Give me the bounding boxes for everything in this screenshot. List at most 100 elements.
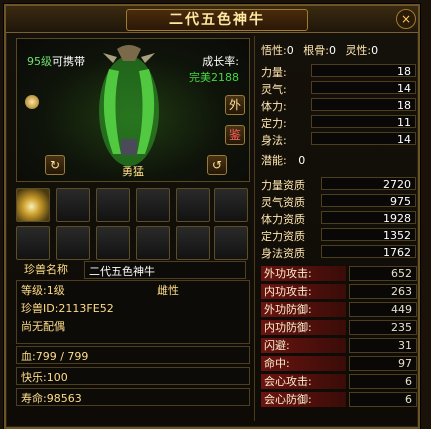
potential-value: 0 (298, 154, 306, 167)
aptitude-label: 定力资质 (261, 230, 305, 243)
pet-spouse: 尚无配偶 (21, 320, 65, 333)
genggu-value: 0 (328, 44, 336, 57)
combat-label: 命中: (261, 356, 346, 371)
appearance-button[interactable]: 外 (225, 95, 245, 115)
stat-label: 力量: (261, 66, 287, 79)
skill-slot[interactable] (136, 188, 170, 222)
skill-slots (16, 188, 248, 268)
aptitude-label: 力量资质 (261, 179, 305, 192)
lingxing-label: 灵性: (345, 44, 372, 57)
life-bar: 寿命:98563 (16, 388, 250, 406)
combat-row: 外功防御: 449 (261, 302, 417, 317)
skill-slot[interactable] (214, 188, 248, 222)
skill-slot[interactable] (56, 226, 90, 260)
level-value: 95 (27, 55, 41, 68)
stat-row-focus: 定力: 11 (261, 115, 416, 130)
hp-text: 血:799 / 799 (21, 350, 89, 363)
stat-value: 11 (311, 115, 416, 129)
aptitude-row: 力量资质 2720 (261, 177, 416, 192)
pet-info-panel: 等级:1级 雌性 珍兽ID:2113FE52 尚无配偶 (16, 280, 250, 344)
combat-value: 6 (349, 374, 417, 389)
wuxing-label: 悟性: (261, 44, 287, 57)
appraise-button[interactable]: 鉴 (225, 125, 245, 145)
close-icon[interactable]: × (396, 9, 416, 29)
stat-value: 14 (311, 132, 416, 146)
combat-row: 会心攻击: 6 (261, 374, 417, 389)
stat-row-spirit: 灵气: 14 (261, 81, 416, 96)
skill-slot[interactable] (56, 188, 90, 222)
combat-label: 闪避: (261, 338, 346, 353)
pet-gender: 雌性 (157, 284, 179, 297)
stat-value: 18 (311, 64, 416, 78)
pet-name-input[interactable]: 二代五色神牛 (84, 261, 246, 279)
happiness-text: 快乐:100 (21, 371, 68, 384)
level-suffix: 级 (41, 55, 52, 68)
stat-row-agility: 身法: 14 (261, 132, 416, 147)
aptitude-label: 灵气资质 (261, 196, 305, 209)
skill-slot[interactable] (16, 226, 50, 260)
window-title: 二代五色神牛 (126, 9, 308, 31)
pet-name-value: 二代五色神牛 (89, 265, 155, 278)
stat-label: 灵气: (261, 83, 287, 96)
stat-row-stamina: 体力: 18 (261, 98, 416, 113)
pet-nature: 勇猛 (122, 165, 144, 178)
skill-slot[interactable] (96, 188, 130, 222)
happiness-bar: 快乐:100 (16, 367, 250, 385)
aptitude-label: 体力资质 (261, 213, 305, 226)
skill-slot[interactable] (96, 226, 130, 260)
aptitude-label: 身法资质 (261, 247, 305, 260)
aptitude-value: 2720 (321, 177, 416, 191)
combat-label: 外功防御: (261, 302, 346, 317)
skill-slot[interactable] (214, 226, 248, 260)
combat-label: 会心防御: (261, 392, 346, 407)
combat-label: 内功防御: (261, 320, 346, 335)
skill-slot[interactable] (136, 226, 170, 260)
combat-value: 31 (349, 338, 417, 353)
combat-row: 内功攻击: 263 (261, 284, 417, 299)
pet-grade: 等级:1级 (21, 284, 65, 297)
aptitude-row: 灵气资质 975 (261, 194, 416, 209)
pet-id: 珍兽ID:2113FE52 (21, 302, 114, 315)
growth-label: 成长率: (202, 55, 239, 68)
title-bar: 二代五色神牛 × (6, 6, 418, 33)
attribute-summary: 悟性:0 根骨:0 灵性:0 (261, 42, 415, 57)
wuxing-value: 0 (286, 44, 294, 57)
carry-label: 可携带 (52, 55, 85, 68)
combat-row: 外功攻击: 652 (261, 266, 417, 281)
growth-value: 完美2188 (189, 71, 239, 84)
stat-value: 18 (311, 98, 416, 112)
stat-value: 14 (311, 81, 416, 95)
combat-label: 内功攻击: (261, 284, 346, 299)
life-text: 寿命:98563 (21, 392, 82, 405)
combat-row: 会心防御: 6 (261, 392, 417, 407)
aptitude-value: 975 (321, 194, 416, 208)
aptitude-row: 体力资质 1928 (261, 211, 416, 226)
potential-label: 潜能: (261, 154, 287, 167)
aptitude-value: 1352 (321, 228, 416, 242)
stat-row-strength: 力量: 18 (261, 64, 416, 79)
pet-info-window: 二代五色神牛 × 95级可携带 成长率: 完美2188 外 鉴 ↻ ↺ 勇猛 珍… (4, 4, 420, 429)
stat-label: 定力: (261, 117, 287, 130)
skill-slot[interactable] (176, 226, 210, 260)
aptitude-value: 1762 (321, 245, 416, 259)
lingxing-value: 0 (371, 44, 379, 57)
combat-value: 235 (349, 320, 417, 335)
combat-value: 652 (349, 266, 417, 281)
combat-value: 263 (349, 284, 417, 299)
combat-value: 449 (349, 302, 417, 317)
combat-value: 6 (349, 392, 417, 407)
combat-label: 外功攻击: (261, 266, 346, 281)
aptitude-value: 1928 (321, 211, 416, 225)
combat-row: 闪避: 31 (261, 338, 417, 353)
pet-name-label: 珍兽名称 (24, 263, 68, 276)
combat-label: 会心攻击: (261, 374, 346, 389)
pet-portrait: 95级可携带 成长率: 完美2188 外 鉴 ↻ ↺ 勇猛 (16, 38, 250, 182)
skill-slot[interactable] (16, 188, 50, 222)
column-divider (254, 36, 255, 421)
stat-label: 身法: (261, 134, 287, 147)
combat-value: 97 (349, 356, 417, 371)
skill-slot[interactable] (176, 188, 210, 222)
aptitude-row: 身法资质 1762 (261, 245, 416, 260)
combat-row: 内功防御: 235 (261, 320, 417, 335)
medal-icon (25, 95, 39, 109)
